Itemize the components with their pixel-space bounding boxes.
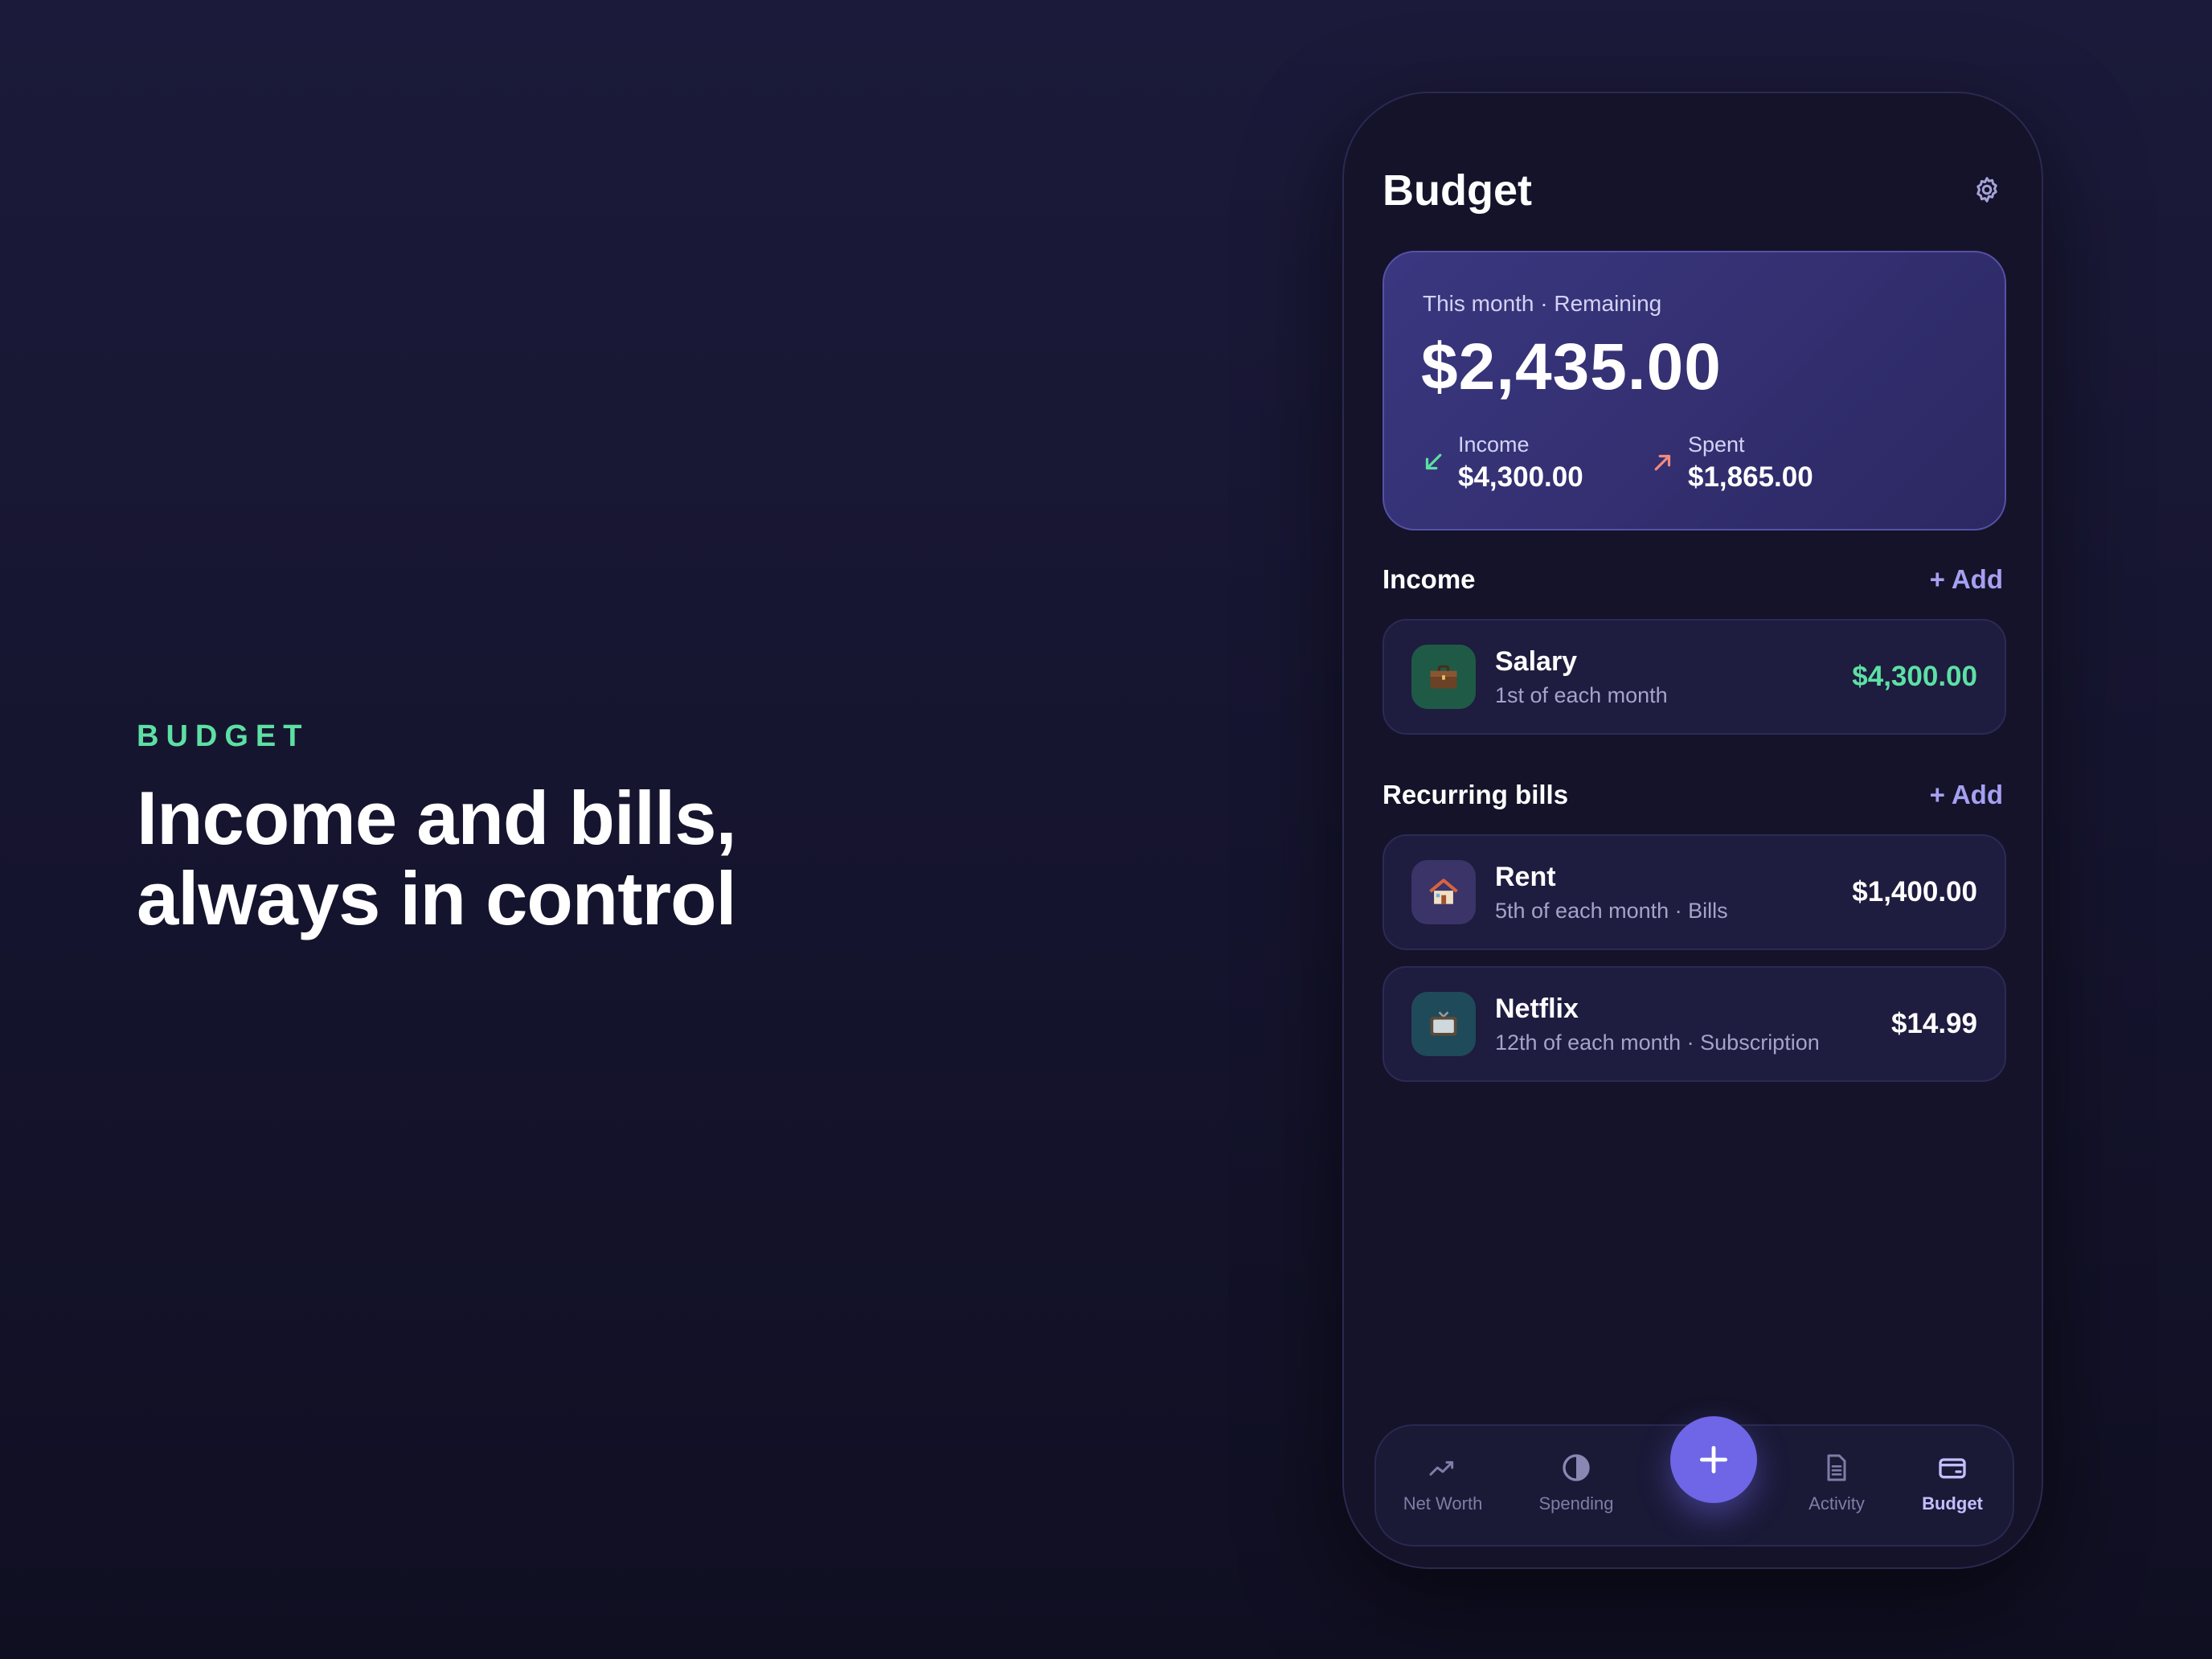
item-amount: $1,400.00 — [1852, 876, 1977, 907]
trend-chart-icon — [1425, 1450, 1460, 1485]
income-value: $4,300.00 — [1458, 461, 1583, 493]
hero-section: BUDGET Income and bills, always in contr… — [137, 719, 860, 939]
spent-value: $1,865.00 — [1688, 461, 1813, 493]
document-icon — [1819, 1450, 1854, 1485]
bottom-tab-bar: Net Worth Spending Activity Budget — [1374, 1416, 2014, 1546]
tv-icon — [1411, 992, 1476, 1056]
add-transaction-button[interactable] — [1670, 1416, 1757, 1503]
list-item[interactable]: Salary 1st of each month $4,300.00 — [1382, 619, 2006, 735]
gear-icon[interactable] — [1968, 170, 2006, 209]
list-item[interactable]: Netflix 12th of each month · Subscriptio… — [1382, 966, 2006, 1082]
screen-header: Budget — [1382, 166, 2006, 230]
tab-activity[interactable]: Activity — [1786, 1426, 1887, 1545]
item-name: Rent — [1495, 862, 1556, 892]
item-subtitle: 12th of each month · Subscription — [1495, 1030, 1820, 1055]
income-section-title: Income — [1382, 564, 1476, 594]
wallet-icon — [1935, 1450, 1970, 1485]
arrow-up-right-icon — [1654, 454, 1671, 471]
hero-title-line-2: always in control — [137, 856, 737, 940]
tab-label: Activity — [1809, 1493, 1865, 1514]
tab-label: Net Worth — [1403, 1493, 1483, 1514]
spent-label: Spent — [1688, 432, 1745, 457]
arrow-down-left-icon — [1425, 453, 1442, 470]
bills-section-header: Recurring bills + Add — [1382, 780, 2003, 815]
item-amount: $14.99 — [1890, 1008, 1977, 1039]
hero-title: Income and bills, always in control — [137, 778, 860, 939]
add-bill-button[interactable]: + Add — [1930, 780, 2003, 810]
tab-budget[interactable]: Budget — [1902, 1426, 2003, 1545]
add-income-button[interactable]: + Add — [1930, 564, 2003, 595]
summary-label: This month · Remaining — [1423, 291, 1662, 316]
item-name: Netflix — [1495, 993, 1579, 1024]
tab-label: Spending — [1538, 1493, 1614, 1514]
tab-net-worth[interactable]: Net Worth — [1392, 1426, 1493, 1545]
remaining-amount: $2,435.00 — [1421, 330, 1722, 403]
item-subtitle: 5th of each month · Bills — [1495, 899, 1728, 923]
briefcase-icon — [1411, 645, 1476, 709]
tab-spending[interactable]: Spending — [1526, 1426, 1627, 1545]
hero-eyebrow: BUDGET — [137, 719, 309, 753]
item-name: Salary — [1495, 646, 1578, 677]
item-subtitle: 1st of each month — [1495, 683, 1668, 707]
income-label: Income — [1458, 432, 1530, 457]
phone-frame: Budget This month · Remaining $2,435.00 … — [1344, 93, 2042, 1567]
page-title: Budget — [1382, 166, 1532, 215]
half-circle-icon — [1559, 1450, 1594, 1485]
hero-title-line-1: Income and bills, — [137, 776, 737, 860]
income-section-header: Income + Add — [1382, 564, 2003, 600]
list-item[interactable]: Rent 5th of each month · Bills $1,400.00 — [1382, 834, 2006, 950]
bills-section-title: Recurring bills — [1382, 780, 1569, 809]
item-amount: $4,300.00 — [1852, 661, 1977, 692]
remaining-summary-card: This month · Remaining $2,435.00 Income … — [1382, 251, 2006, 530]
tab-label: Budget — [1922, 1493, 1983, 1514]
plus-icon — [1699, 1445, 1728, 1474]
house-icon — [1411, 860, 1476, 924]
